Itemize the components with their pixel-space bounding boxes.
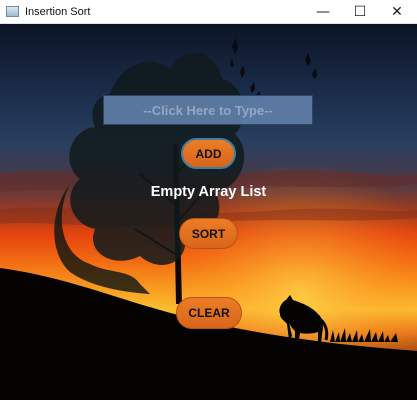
window-title: Insertion Sort [25, 5, 91, 18]
close-icon[interactable]: ✕ [380, 0, 414, 23]
text-input[interactable] [103, 95, 313, 125]
app-window: Insertion Sort — ☐ ✕ --Click Here to Typ… [0, 0, 417, 400]
sunset-background-image [0, 24, 417, 400]
array-status-label: Empty Array List [150, 184, 267, 200]
sort-button[interactable]: SORT [179, 218, 238, 249]
minimize-icon[interactable]: — [306, 0, 340, 23]
clear-button[interactable]: CLEAR [176, 297, 242, 329]
add-button[interactable]: ADD [181, 138, 236, 169]
maximize-icon[interactable]: ☐ [343, 0, 377, 23]
title-bar: Insertion Sort — ☐ ✕ [0, 0, 417, 24]
app-icon [6, 6, 19, 17]
background-scene [0, 24, 417, 400]
